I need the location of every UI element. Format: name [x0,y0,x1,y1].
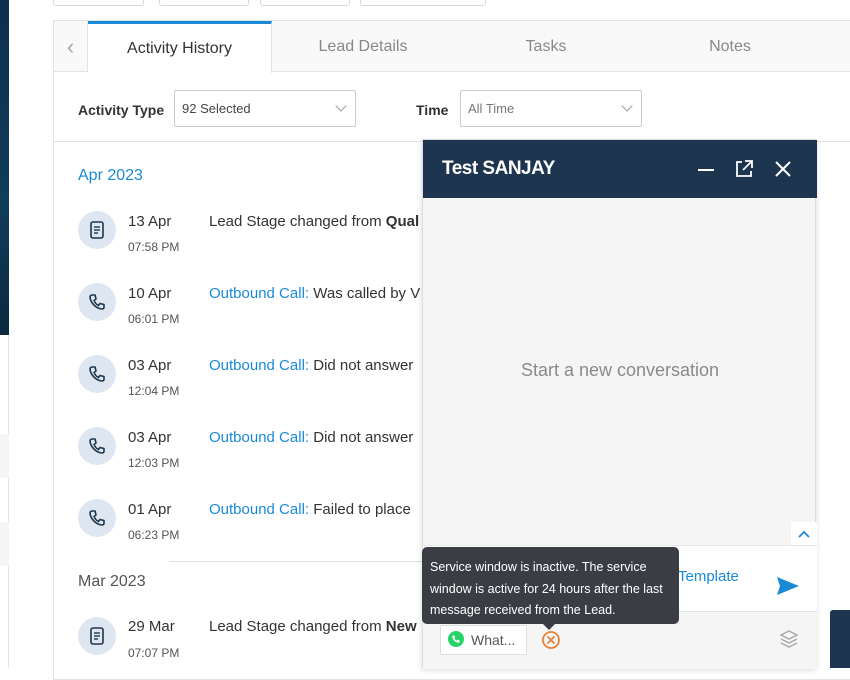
time-select[interactable]: All Time [460,90,642,127]
activity-text: Lead Stage changed from [209,213,386,230]
tab-scroll-left-icon[interactable]: ‹ [54,21,88,72]
top-action-button-4[interactable] [360,0,486,6]
document-icon [78,617,116,655]
activity-date: 01 Apr [128,501,172,518]
chevron-down-icon [621,100,633,112]
activity-time: 07:58 PM [128,240,180,254]
chevron-down-icon [335,100,347,112]
phone-icon [78,499,116,537]
activity-type-link[interactable]: Outbound Call: [209,429,309,446]
tab-activity-history[interactable]: Activity History [88,21,272,73]
minimize-icon[interactable] [695,159,717,181]
tab-lead-details[interactable]: Lead Details [272,21,454,72]
activity-type-link[interactable]: Outbound Call: [209,501,309,518]
top-action-button-2[interactable] [159,0,249,6]
template-link[interactable]: Template [678,568,739,585]
month-heading: Mar 2023 [78,573,146,590]
service-window-inactive-icon[interactable] [541,630,561,650]
tab-label: Lead Details [318,37,408,55]
activity-type-select[interactable]: 92 Selected [174,90,356,127]
phone-icon [78,355,116,393]
background-list-edge [0,335,9,668]
tab-label: Notes [709,37,751,55]
activity-text: Lead Stage changed from [209,618,386,635]
activity-description: Outbound Call: Did not answer [209,357,422,374]
background-window-edge [0,0,9,335]
activity-description: Outbound Call: Did not answer [209,429,422,446]
document-icon [78,211,116,249]
tab-notes[interactable]: Notes [638,21,822,72]
close-icon[interactable] [772,158,794,180]
tooltip-arrow [543,624,555,630]
whatsapp-icon [447,630,465,651]
activity-type-link[interactable]: Outbound Call: [209,285,309,302]
top-action-button-3[interactable] [260,0,350,6]
activity-date: 10 Apr [128,285,172,302]
activity-date: 03 Apr [128,357,172,374]
activity-type-link[interactable]: Outbound Call: [209,357,309,374]
activity-type-value: 92 Selected [182,101,251,116]
chat-header: Test SANJAY [423,140,817,198]
filter-bar: Activity Type 92 Selected Time All Time [54,72,850,142]
whatsapp-channel-button[interactable]: What... [440,625,527,655]
time-value: All Time [468,101,515,116]
activity-text: Failed to place [309,501,411,518]
tab-bar: ‹ Activity History Lead Details Tasks No… [54,21,850,73]
activity-bold-text: Qual [385,213,420,230]
send-icon[interactable] [775,575,801,597]
top-action-button-1[interactable] [53,0,144,6]
channel-label: What... [471,632,516,648]
activity-date: 29 Mar [128,618,175,635]
tab-label: Activity History [127,39,232,57]
activity-date: 13 Apr [128,213,172,230]
tab-label: Tasks [525,37,567,55]
chevron-up-icon[interactable] [791,522,817,545]
month-heading: Apr 2023 [78,167,143,184]
month-divider [169,561,439,562]
chat-title: Test SANJAY [442,158,555,179]
phone-icon [78,427,116,465]
activity-description: Outbound Call: Was called by V [209,285,422,302]
activity-bold-text: New [385,618,417,635]
activity-text: Did not answer [309,429,414,446]
activity-description: Outbound Call: Failed to place [209,501,422,518]
activity-type-label: Activity Type [78,102,165,118]
tab-tasks[interactable]: Tasks [454,21,638,72]
activity-time: 06:01 PM [128,312,180,326]
activity-date: 03 Apr [128,429,172,446]
chat-empty-state: Start a new conversation [520,360,720,380]
activity-time: 07:07 PM [128,646,180,660]
activity-time: 12:03 PM [128,456,180,470]
activity-description: Lead Stage changed from Qual [209,213,422,230]
phone-icon [78,283,116,321]
activity-time: 12:04 PM [128,384,180,398]
service-window-tooltip: Service window is inactive. The service … [422,547,679,624]
activity-time: 06:23 PM [128,528,180,542]
time-label: Time [416,102,449,118]
side-widget-edge[interactable] [830,610,850,668]
layers-icon[interactable] [778,628,800,650]
activity-text: Was called by V [309,285,421,302]
activity-text: Did not answer [309,357,414,374]
popout-icon[interactable] [733,158,755,180]
activity-description: Lead Stage changed from New [209,618,422,635]
